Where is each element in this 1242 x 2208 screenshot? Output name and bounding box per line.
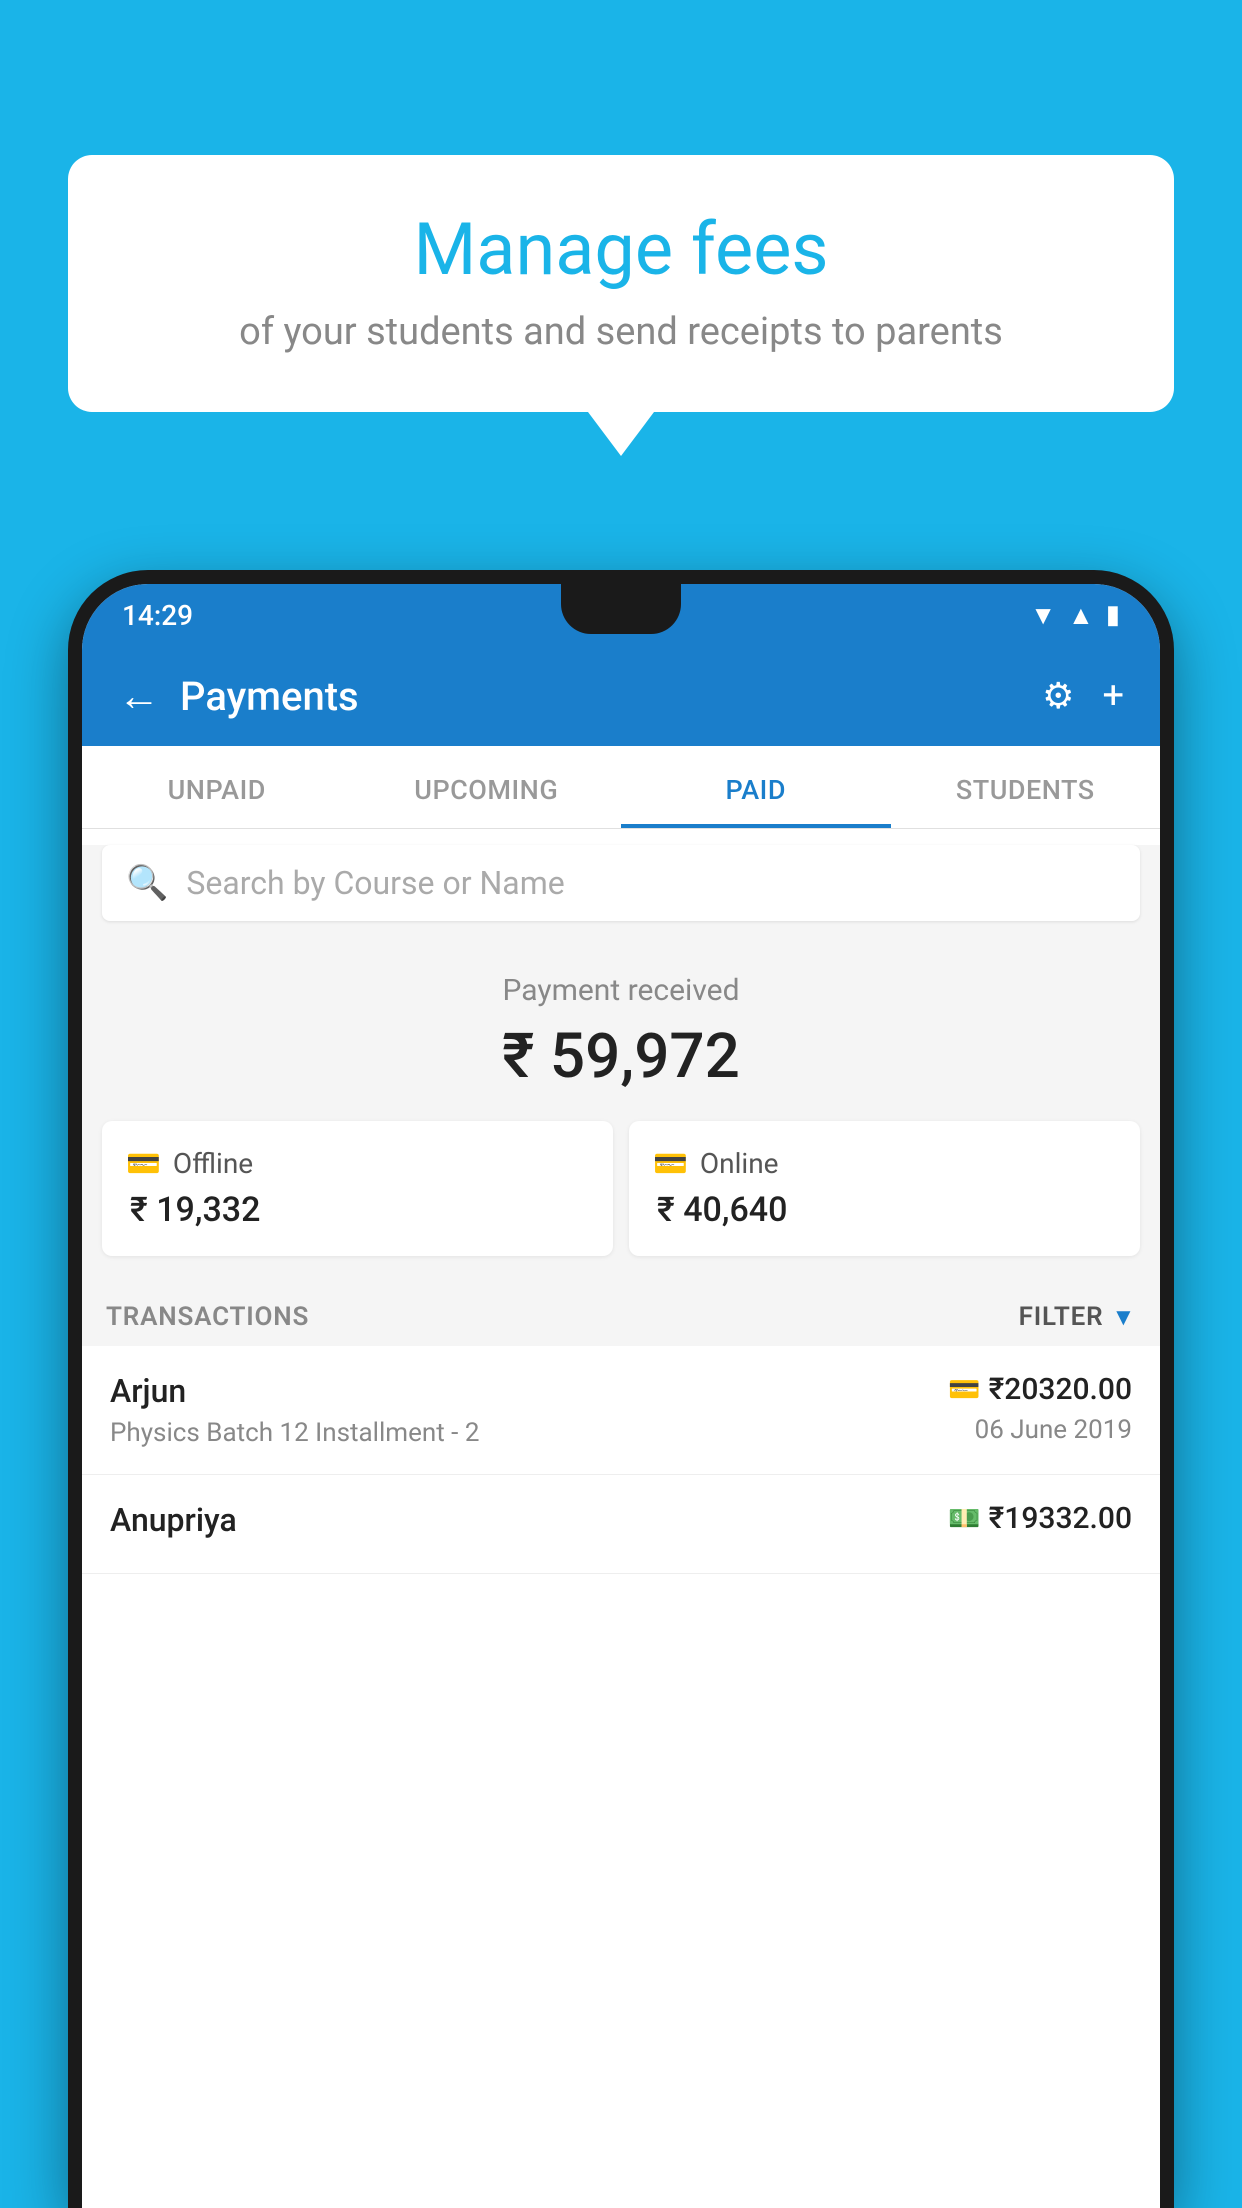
payment-total-amount: ₹ 59,972: [102, 1020, 1140, 1093]
back-button[interactable]: ←: [118, 672, 160, 721]
offline-amount: ₹ 19,332: [126, 1190, 589, 1230]
card-payment-icon-1: 💳: [948, 1375, 980, 1405]
transaction-left-2: Anupriya: [110, 1501, 237, 1547]
search-placeholder-text: Search by Course or Name: [186, 864, 564, 902]
payment-summary: Payment received ₹ 59,972: [82, 937, 1160, 1121]
online-icon: 💳: [653, 1147, 688, 1180]
transaction-name-1: Arjun: [110, 1372, 479, 1410]
online-amount: ₹ 40,640: [653, 1190, 1116, 1230]
phone-frame: 14:29 ▼ ▲ ▮ ← Payments ⚙ + UNPAID UPCOMI…: [68, 570, 1174, 2208]
offline-card-header: 💳 Offline: [126, 1147, 589, 1180]
transaction-item-anupriya[interactable]: Anupriya 💵 ₹19332.00: [82, 1475, 1160, 1574]
search-icon: 🔍: [126, 863, 168, 903]
transaction-date-1: 06 June 2019: [948, 1415, 1132, 1445]
search-bar[interactable]: 🔍 Search by Course or Name: [102, 845, 1140, 921]
status-bar: 14:29 ▼ ▲ ▮: [82, 584, 1160, 646]
transaction-detail-1: Physics Batch 12 Installment - 2: [110, 1418, 479, 1448]
transactions-label: TRANSACTIONS: [106, 1302, 309, 1332]
online-card-header: 💳 Online: [653, 1147, 1116, 1180]
add-icon[interactable]: +: [1102, 674, 1124, 718]
transaction-amount-row-2: 💵 ₹19332.00: [948, 1501, 1132, 1536]
filter-label: FILTER: [1019, 1302, 1104, 1332]
transaction-name-2: Anupriya: [110, 1501, 237, 1539]
battery-icon: ▮: [1106, 600, 1120, 630]
bubble-title: Manage fees: [128, 207, 1114, 292]
tab-upcoming[interactable]: UPCOMING: [352, 746, 622, 828]
cash-payment-icon-2: 💵: [948, 1504, 980, 1534]
tab-unpaid[interactable]: UNPAID: [82, 746, 352, 828]
tab-students[interactable]: STUDENTS: [891, 746, 1161, 828]
wifi-icon: ▼: [1030, 600, 1056, 631]
filter-icon: ▼: [1111, 1303, 1136, 1332]
filter-button[interactable]: FILTER ▼: [1019, 1302, 1136, 1332]
transaction-left-1: Arjun Physics Batch 12 Installment - 2: [110, 1372, 479, 1448]
phone-screen: 14:29 ▼ ▲ ▮ ← Payments ⚙ + UNPAID UPCOMI…: [82, 584, 1160, 2208]
app-bar-title: Payments: [180, 673, 1042, 720]
transaction-amount-2: ₹19332.00: [989, 1501, 1132, 1536]
transaction-item-arjun[interactable]: Arjun Physics Batch 12 Installment - 2 💳…: [82, 1346, 1160, 1475]
online-label: Online: [700, 1147, 779, 1180]
status-icons: ▼ ▲ ▮: [1030, 600, 1120, 631]
app-bar-actions: ⚙ +: [1042, 674, 1124, 718]
bubble-subtitle: of your students and send receipts to pa…: [128, 310, 1114, 354]
offline-label: Offline: [173, 1147, 253, 1180]
payment-received-label: Payment received: [102, 973, 1140, 1008]
settings-icon[interactable]: ⚙: [1042, 675, 1074, 717]
transaction-amount-1: ₹20320.00: [989, 1372, 1132, 1407]
speech-bubble: Manage fees of your students and send re…: [68, 155, 1174, 412]
signal-icon: ▲: [1068, 600, 1094, 631]
notch: [561, 584, 681, 634]
status-time: 14:29: [122, 599, 193, 632]
content: 🔍 Search by Course or Name Payment recei…: [82, 845, 1160, 1574]
tab-paid[interactable]: PAID: [621, 746, 891, 828]
transaction-amount-row-1: 💳 ₹20320.00: [948, 1372, 1132, 1407]
offline-card: 💳 Offline ₹ 19,332: [102, 1121, 613, 1256]
transaction-right-1: 💳 ₹20320.00 06 June 2019: [948, 1372, 1132, 1445]
tabs: UNPAID UPCOMING PAID STUDENTS: [82, 746, 1160, 829]
payment-cards: 💳 Offline ₹ 19,332 💳 Online ₹ 40,640: [82, 1121, 1160, 1284]
online-card: 💳 Online ₹ 40,640: [629, 1121, 1140, 1256]
transactions-header: TRANSACTIONS FILTER ▼: [82, 1284, 1160, 1346]
offline-icon: 💳: [126, 1147, 161, 1180]
transaction-right-2: 💵 ₹19332.00: [948, 1501, 1132, 1544]
app-bar: ← Payments ⚙ +: [82, 646, 1160, 746]
